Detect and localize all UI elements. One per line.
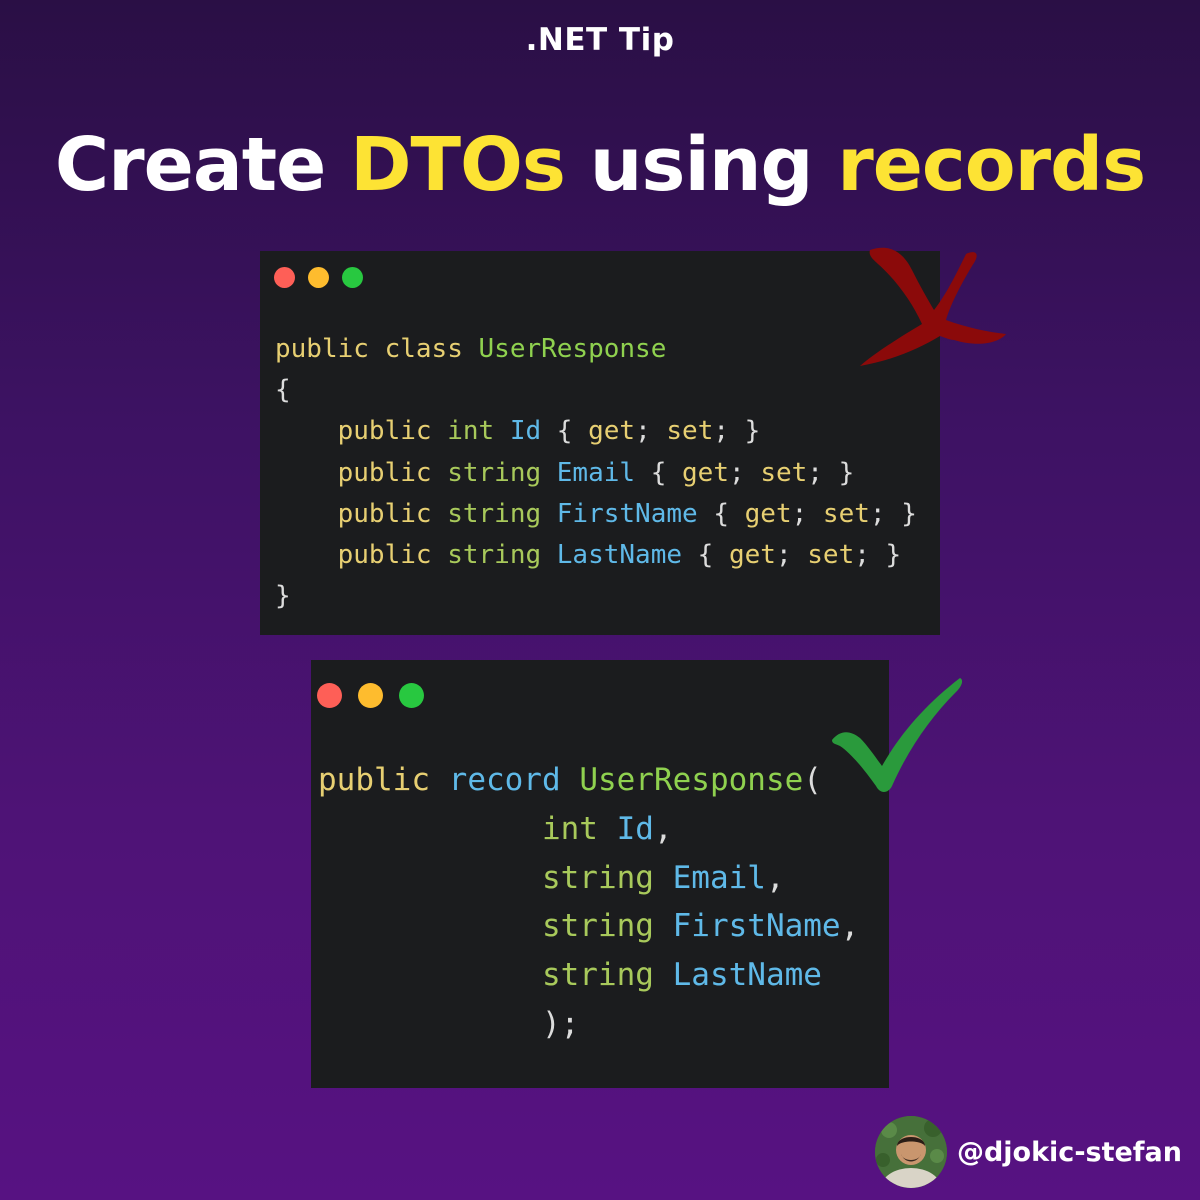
code-line: public record UserResponse( [318,762,822,798]
window-controls [274,267,376,288]
close-dot-icon [317,683,342,708]
close-dot-icon [274,267,295,288]
headline-part-1: Create [54,122,351,208]
code-line: public class UserResponse [275,334,667,364]
code-line: string Email, [541,859,785,896]
maximize-dot-icon [342,267,363,288]
code-line: public int Id { get; set; } [337,416,761,447]
headline-highlight-records: records [837,122,1146,208]
avatar [874,1116,947,1188]
code-line: public string Email { get; set; } [337,457,855,488]
code-line: ); [541,1005,580,1042]
record-code-window: public record UserResponse( int Id, stri… [311,660,889,1088]
class-code-window: public class UserResponse { public int I… [260,251,940,635]
tip-label: .NET Tip [525,22,675,58]
code-line: int Id, [541,810,673,847]
author-signature: @djokic-stefan [874,1116,1182,1188]
author-handle: @djokic-stefan [956,1136,1182,1168]
minimize-dot-icon [308,267,329,288]
window-controls [317,683,440,708]
code-line: public string LastName { get; set; } [337,540,902,571]
headline-part-2: using [564,122,838,208]
record-code-block: public record UserResponse( int Id, stri… [318,756,859,1049]
code-line: string FirstName, [541,908,860,945]
headline: Create DTOs using records [0,122,1200,208]
avatar-photo [874,1116,947,1188]
code-line: { [275,375,291,406]
minimize-dot-icon [358,683,383,708]
code-line: public string FirstName { get; set; } [337,498,917,529]
maximize-dot-icon [399,683,424,708]
code-line: } [275,581,291,612]
cross-icon [860,247,1006,366]
checkmark-icon [832,678,963,792]
headline-highlight-dtos: DTOs [350,122,566,208]
class-code-block: public class UserResponse { public int I… [275,329,917,617]
code-line: string LastName [541,957,822,994]
